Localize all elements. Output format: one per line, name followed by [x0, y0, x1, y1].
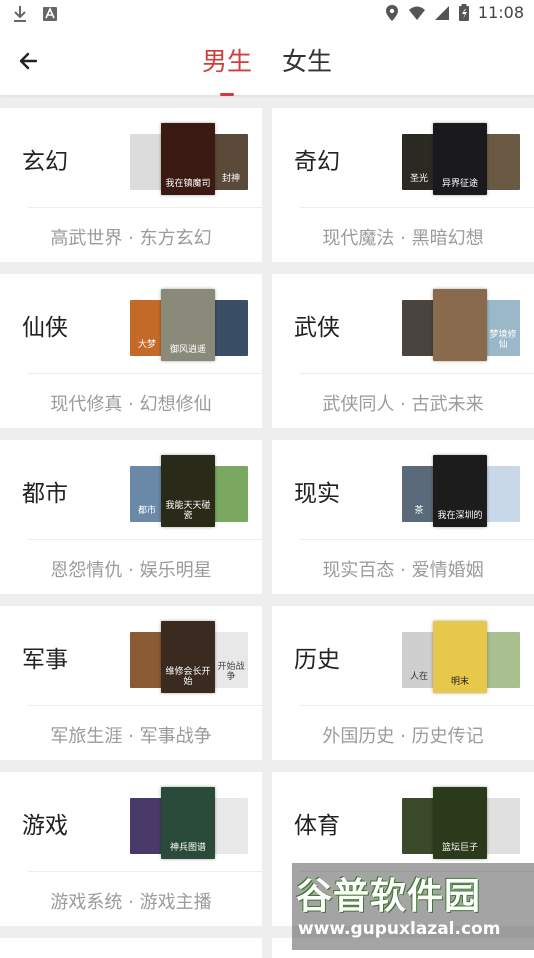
book-covers: 都市 我能天天碰瓷	[130, 455, 248, 527]
book-cover	[486, 798, 520, 854]
book-cover	[130, 632, 164, 688]
signal-icon	[434, 5, 449, 20]
book-cover: 我在深圳的	[433, 455, 487, 527]
category-name: 军事	[22, 647, 68, 673]
book-covers: 茶 我在深圳的	[402, 455, 520, 527]
book-covers: 神兵图谱	[130, 787, 248, 859]
book-cover: 人在	[402, 632, 436, 688]
category-card-junshi[interactable]: 军事 开始战争 维修会长开始 军旅生涯 · 军事战争	[0, 606, 262, 760]
book-cover	[433, 289, 487, 361]
category-card-youxi[interactable]: 游戏 神兵图谱 游戏系统 · 游戏主播	[0, 772, 262, 926]
book-cover: 篮坛巨子	[433, 787, 487, 859]
watermark-title: 谷普软件园	[296, 876, 482, 917]
category-tags: 现代修真 · 幻想修仙	[50, 394, 212, 415]
category-card-dushi[interactable]: 都市 都市 我能天天碰瓷 恩怨情仇 · 娱乐明星	[0, 440, 262, 594]
category-name: 历史	[294, 647, 340, 673]
book-covers: 封神 我在镇魔司	[130, 123, 248, 195]
category-card-wuxia[interactable]: 武侠 梦境修仙 武侠同人 · 古武未来	[272, 274, 534, 428]
tab-male[interactable]: 男生	[200, 42, 254, 96]
book-cover: 圣光	[402, 134, 436, 190]
tab-indicator	[219, 93, 234, 96]
category-name: 体育	[294, 813, 340, 839]
book-cover	[214, 300, 248, 356]
divider	[28, 871, 262, 872]
book-covers: 大梦 御风逍遥	[130, 289, 248, 361]
category-tags: 高武世界 · 东方玄幻	[50, 228, 212, 249]
book-cover	[402, 300, 436, 356]
divider	[300, 207, 534, 208]
category-name: 玄幻	[22, 149, 68, 175]
category-card-xianxia[interactable]: 仙侠 大梦 御风逍遥 现代修真 · 幻想修仙	[0, 274, 262, 428]
category-name: 武侠	[294, 315, 340, 341]
book-cover: 御风逍遥	[161, 289, 215, 361]
divider	[28, 705, 262, 706]
book-covers: 圣光 异界征途	[402, 123, 520, 195]
book-cover: 梦境修仙	[486, 300, 520, 356]
book-cover: 异界征途	[433, 123, 487, 195]
location-icon	[385, 4, 398, 21]
category-name: 奇幻	[294, 149, 340, 175]
category-card-partial[interactable]	[0, 938, 262, 958]
gender-tabs: 男生 女生	[0, 42, 534, 96]
category-card-qihuan[interactable]: 奇幻 圣光 异界征途 现代魔法 · 黑暗幻想	[272, 108, 534, 262]
book-cover: 封神	[214, 134, 248, 190]
download-icon	[14, 6, 26, 22]
category-tags: 游戏系统 · 游戏主播	[50, 892, 212, 913]
book-cover: 茶	[402, 466, 436, 522]
watermark: 谷普软件园 www.gupuxlazal.com	[292, 863, 534, 950]
book-cover	[130, 134, 164, 190]
category-tags: 现代魔法 · 黑暗幻想	[322, 228, 484, 249]
divider	[28, 373, 262, 374]
status-time: 11:08	[477, 3, 524, 22]
tab-female[interactable]: 女生	[280, 42, 334, 78]
book-covers: 篮坛巨子	[402, 787, 520, 859]
book-cover: 我能天天碰瓷	[161, 455, 215, 527]
book-cover	[214, 466, 248, 522]
book-covers: 梦境修仙	[402, 289, 520, 361]
divider	[300, 539, 534, 540]
divider	[300, 705, 534, 706]
book-cover	[486, 632, 520, 688]
book-cover	[214, 798, 248, 854]
category-name: 都市	[22, 481, 68, 507]
book-cover: 维修会长开始	[161, 621, 215, 693]
wifi-icon	[408, 6, 425, 20]
book-cover	[486, 134, 520, 190]
book-cover: 明末	[433, 621, 487, 693]
category-card-lishi[interactable]: 历史 人在 明末 外国历史 · 历史传记	[272, 606, 534, 760]
battery-icon	[458, 3, 469, 21]
category-tags: 军旅生涯 · 军事战争	[50, 726, 212, 747]
book-cover: 开始战争	[214, 632, 248, 688]
book-cover: 我在镇魔司	[161, 123, 215, 195]
watermark-url: www.gupuxlazal.com	[298, 919, 501, 939]
book-cover	[130, 798, 164, 854]
book-cover: 神兵图谱	[161, 787, 215, 859]
divider	[300, 373, 534, 374]
book-covers: 人在 明末	[402, 621, 520, 693]
divider	[28, 207, 262, 208]
font-a-icon	[43, 7, 57, 21]
category-tags: 现实百态 · 爱情婚姻	[322, 560, 484, 581]
category-name: 现实	[294, 481, 340, 507]
status-bar: 11:08	[0, 0, 534, 28]
book-cover: 大梦	[130, 300, 164, 356]
book-cover	[402, 798, 436, 854]
category-card-xianshi[interactable]: 现实 茶 我在深圳的 现实百态 · 爱情婚姻	[272, 440, 534, 594]
category-name: 仙侠	[22, 315, 68, 341]
category-tags: 外国历史 · 历史传记	[322, 726, 484, 747]
category-tags: 恩怨情仇 · 娱乐明星	[50, 560, 212, 581]
book-covers: 开始战争 维修会长开始	[130, 621, 248, 693]
category-card-xuanhuan[interactable]: 玄幻 封神 我在镇魔司 高武世界 · 东方玄幻	[0, 108, 262, 262]
divider	[28, 539, 262, 540]
category-tags: 武侠同人 · 古武未来	[322, 394, 484, 415]
top-nav-bar: 男生 女生	[0, 28, 534, 96]
book-cover	[486, 466, 520, 522]
category-name: 游戏	[22, 813, 68, 839]
book-cover: 都市	[130, 466, 164, 522]
